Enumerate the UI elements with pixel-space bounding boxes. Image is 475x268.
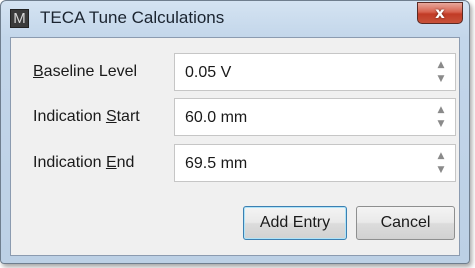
spin-down-icon[interactable]: ▼ (435, 118, 447, 130)
indication-start-spinbox[interactable]: 60.0 mm ▲ ▼ (174, 98, 456, 136)
dialog-content: Baseline Level 0.05 V ▲ ▼ Indication Sta… (10, 37, 460, 256)
title-bar[interactable]: M TECA Tune Calculations x (1, 1, 469, 31)
spin-up-icon[interactable]: ▲ (435, 104, 447, 116)
indication-end-spinbox[interactable]: 69.5 mm ▲ ▼ (174, 144, 456, 182)
close-icon: x (435, 4, 445, 22)
indication-end-row: Indication End 69.5 mm ▲ ▼ (11, 144, 459, 182)
spin-down-icon[interactable]: ▼ (435, 73, 447, 85)
indication-start-label: Indication Start (33, 108, 140, 125)
indication-start-value[interactable]: 60.0 mm (185, 109, 247, 127)
close-button[interactable]: x (417, 2, 463, 24)
baseline-level-spinbox[interactable]: 0.05 V ▲ ▼ (174, 53, 456, 91)
spin-down-icon[interactable]: ▼ (435, 164, 447, 176)
spin-up-icon[interactable]: ▲ (435, 150, 447, 162)
window-title: TECA Tune Calculations (40, 8, 225, 27)
baseline-level-label: Baseline Level (33, 63, 138, 80)
add-entry-button[interactable]: Add Entry (243, 206, 347, 240)
spin-up-icon[interactable]: ▲ (435, 59, 447, 71)
dialog-window: M TECA Tune Calculations x Baseline Leve… (0, 0, 470, 264)
cancel-button[interactable]: Cancel (356, 206, 455, 240)
indication-end-label: Indication End (33, 154, 135, 171)
indication-end-value[interactable]: 69.5 mm (185, 155, 247, 173)
app-icon: M (10, 9, 29, 28)
baseline-level-value[interactable]: 0.05 V (185, 64, 231, 82)
baseline-level-row: Baseline Level 0.05 V ▲ ▼ (11, 53, 459, 91)
indication-start-row: Indication Start 60.0 mm ▲ ▼ (11, 98, 459, 136)
